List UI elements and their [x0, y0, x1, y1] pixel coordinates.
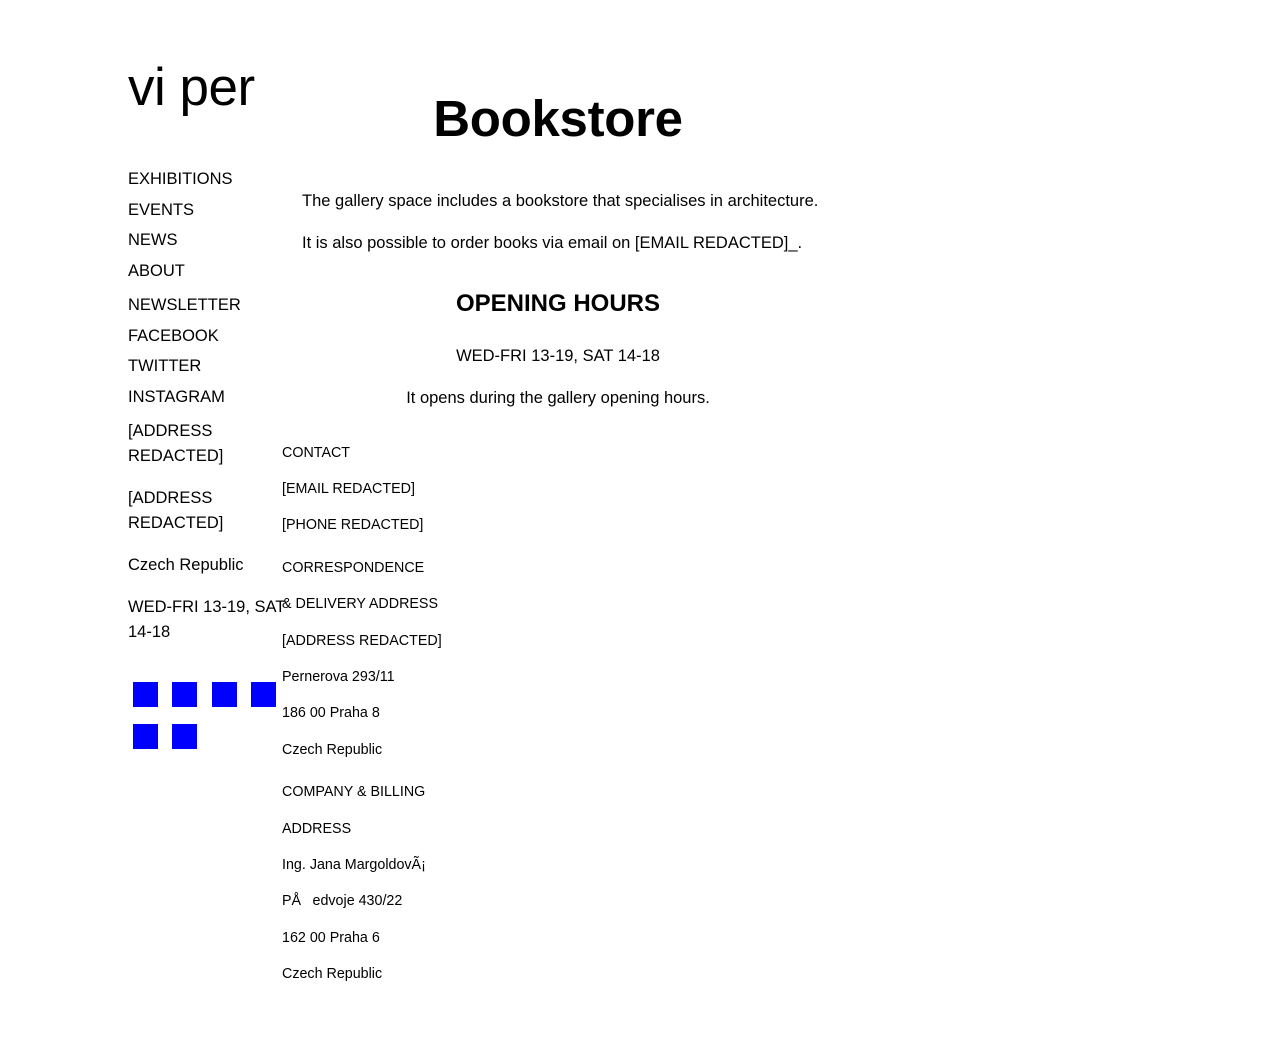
contact-email[interactable]: [EMAIL REDACTED] — [282, 479, 415, 499]
delivery-address-line: 186 00 Praha 8 — [282, 705, 380, 721]
order-paragraph: It is also possible to order books via e… — [302, 234, 803, 252]
opening-hours-note: It opens during the gallery opening hour… — [406, 389, 710, 407]
nav-events[interactable]: EVENTS — [128, 199, 288, 221]
contact-heading: CONTACT — [282, 445, 351, 461]
nav-twitter[interactable]: TWITTER — [128, 355, 288, 377]
billing-address-line: PÅedvoje 430/22 — [282, 893, 403, 909]
opening-hours-text: WED-FRI 13-19, SAT 14-18 — [456, 347, 660, 365]
partner-logo-icon[interactable] — [172, 724, 197, 749]
delivery-address-line: [ADDRESS REDACTED] — [282, 633, 442, 649]
nav-newsletter[interactable]: NEWSLETTER — [128, 294, 288, 316]
primary-nav: EXHIBITIONS EVENTS NEWS ABOUT — [128, 168, 288, 282]
billing-heading-2: ADDRESS — [282, 821, 352, 837]
intro-paragraph: The gallery space includes a bookstore t… — [302, 192, 819, 210]
partner-logo-icon[interactable] — [133, 724, 158, 749]
partner-logo-icon[interactable] — [172, 682, 197, 707]
billing-heading: COMPANY & BILLING — [282, 784, 426, 800]
nav-about[interactable]: ABOUT — [128, 260, 288, 282]
delivery-address-line: Czech Republic — [282, 742, 383, 758]
delivery-address-heading: & DELIVERY ADDRESS — [282, 596, 439, 612]
nav-exhibitions[interactable]: EXHIBITIONS — [128, 168, 288, 190]
social-nav: NEWSLETTER FACEBOOK TWITTER INSTAGRAM — [128, 294, 288, 408]
sidebar-address-1: [ADDRESS REDACTED] — [128, 422, 224, 466]
partner-logo-icon[interactable] — [133, 682, 158, 707]
sidebar-hours: WED-FRI 13-19, SAT 14-18 — [128, 598, 286, 642]
delivery-address-line: Pernerova 293/11 — [282, 669, 395, 685]
opening-hours-heading: OPENING HOURS — [455, 290, 661, 317]
contact-phone: [PHONE REDACTED] — [282, 517, 424, 533]
billing-address-line: Ing. Jana MargoldovÃ¡ — [282, 857, 426, 873]
correspondence-heading: CORRESPONDENCE — [282, 560, 425, 576]
sidebar: EXHIBITIONS EVENTS NEWS ABOUT NEWSLETTER… — [128, 168, 288, 645]
site-logo[interactable]: vi per — [128, 58, 255, 118]
billing-address-line: 162 00 Praha 6 — [282, 930, 380, 946]
nav-instagram[interactable]: INSTAGRAM — [128, 386, 288, 408]
nav-facebook[interactable]: FACEBOOK — [128, 325, 288, 347]
billing-address-line: Czech Republic — [282, 966, 383, 982]
nav-news[interactable]: NEWS — [128, 229, 288, 251]
partner-logo-icon[interactable] — [251, 682, 276, 707]
sidebar-address-2: [ADDRESS REDACTED] — [128, 489, 224, 533]
sidebar-country: Czech Republic — [128, 556, 244, 575]
partner-logo-icon[interactable] — [212, 682, 237, 707]
page-title: Bookstore — [433, 90, 683, 147]
